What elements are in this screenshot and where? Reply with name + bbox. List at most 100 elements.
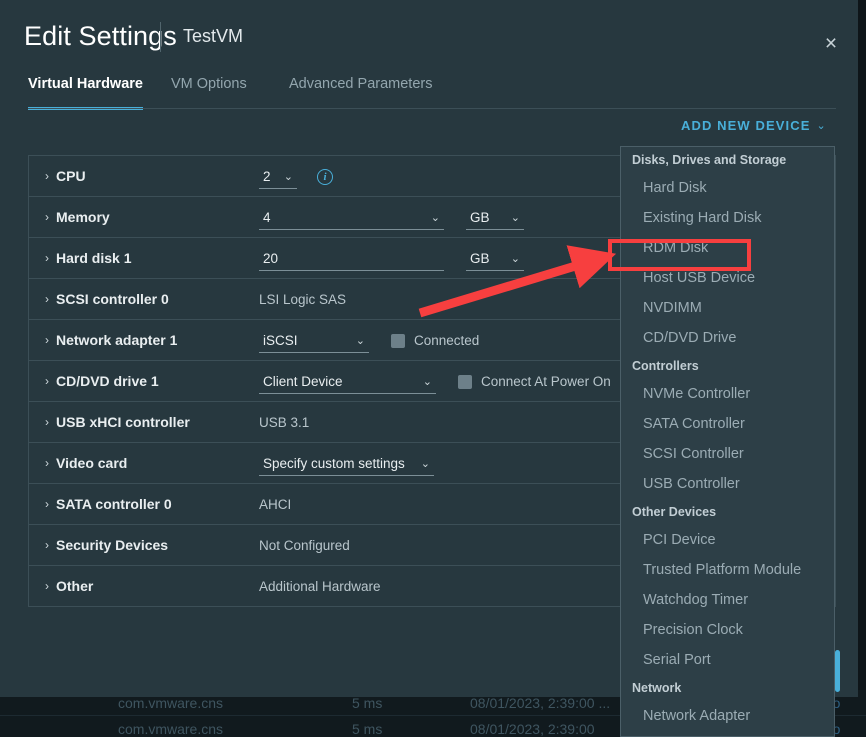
hardware-row-value: Not Configured [259, 538, 350, 553]
close-icon[interactable]: × [812, 24, 850, 62]
screen: com.vmware.cns 5 ms 08/01/2023, 2:39:00 … [0, 0, 866, 737]
checkbox[interactable] [458, 374, 472, 389]
hardware-row-value-area: 4 ⌄ GB ⌄ [259, 197, 524, 238]
menu-item-scsi-controller[interactable]: SCSI Controller [621, 439, 834, 469]
hardware-row-value-area: 20 GB ⌄ [259, 238, 524, 279]
menu-item-cd-dvd-drive[interactable]: CD/DVD Drive [621, 323, 834, 353]
add-new-device-label: ADD NEW DEVICE [681, 118, 811, 133]
field-value: iSCSI [263, 332, 298, 348]
hardware-row-value: AHCI [259, 497, 292, 512]
menu-item-pci-device[interactable]: PCI Device [621, 525, 834, 555]
info-icon[interactable]: i [317, 168, 333, 185]
checkbox-group: Connect At Power On [458, 374, 611, 389]
hardware-row-label: Security Devices [56, 537, 169, 553]
tab-virtual-hardware[interactable]: Virtual Hardware [28, 76, 143, 110]
chevron-right-icon: › [45, 292, 49, 306]
chevron-right-icon: › [45, 579, 49, 593]
checkbox-label: Connected [414, 333, 480, 348]
chevron-right-icon: › [45, 333, 49, 347]
checkbox[interactable] [391, 333, 405, 348]
hardware-row-toggle[interactable]: › SCSI controller 0 [45, 291, 169, 307]
hardware-row-toggle[interactable]: › USB xHCI controller [45, 414, 190, 430]
hardware-row-toggle[interactable]: › Video card [45, 455, 127, 471]
chevron-down-icon: ⌄ [283, 170, 293, 183]
field-value: Specify custom settings [263, 455, 405, 471]
hardware-row-toggle[interactable]: › Hard disk 1 [45, 250, 131, 266]
hardware-row-value-area: AHCI [259, 484, 291, 525]
bg-cell-timestamp: 08/01/2023, 2:39:00 [470, 721, 595, 737]
menu-item-sata-controller[interactable]: SATA Controller [621, 409, 834, 439]
menu-scrollbar[interactable] [835, 650, 840, 692]
title-divider [160, 22, 161, 52]
tab-bar-divider [28, 108, 836, 109]
menu-item-serial-port[interactable]: Serial Port [621, 645, 834, 675]
hardware-row-label: SATA controller 0 [56, 496, 172, 512]
hardware-row-label: Memory [56, 209, 110, 225]
hardware-row-value-area: LSI Logic SAS [259, 279, 346, 320]
field-value: 20 [263, 250, 279, 266]
menu-item-trusted-platform-module[interactable]: Trusted Platform Module [621, 555, 834, 585]
chevron-down-icon: ⌄ [422, 375, 432, 388]
hardware-row-value: Additional Hardware [259, 579, 381, 594]
menu-item-precision-clock[interactable]: Precision Clock [621, 615, 834, 645]
tab-advanced-parameters[interactable]: Advanced Parameters [289, 76, 432, 110]
checkbox-label: Connect At Power On [481, 374, 611, 389]
hardware-row-input[interactable]: 4 ⌄ [259, 205, 444, 230]
chevron-down-icon: ⌄ [816, 120, 827, 132]
hardware-row-toggle[interactable]: › Network adapter 1 [45, 332, 177, 348]
menu-item-watchdog-timer[interactable]: Watchdog Timer [621, 585, 834, 615]
hardware-row-toggle[interactable]: › Memory [45, 209, 110, 225]
hardware-row-label: USB xHCI controller [56, 414, 190, 430]
hardware-row-toggle[interactable]: › CD/DVD drive 1 [45, 373, 159, 389]
hardware-row-select[interactable]: iSCSI ⌄ [259, 328, 369, 353]
chevron-right-icon: › [45, 415, 49, 429]
add-new-device-button[interactable]: ADD NEW DEVICE ⌄ [681, 118, 827, 133]
hardware-row-input[interactable]: 20 [259, 246, 444, 271]
hardware-row-label: SCSI controller 0 [56, 291, 169, 307]
menu-item-nvme-controller[interactable]: NVMe Controller [621, 379, 834, 409]
hardware-row-label: Network adapter 1 [56, 332, 178, 348]
vm-name-label: TestVM [183, 26, 244, 46]
hardware-row-label: Hard disk 1 [56, 250, 132, 266]
tab-vm-options[interactable]: VM Options [171, 76, 247, 110]
tab-bar: Virtual Hardware VM Options Advanced Param… [0, 76, 858, 110]
hardware-row-value-area: 2 ⌄ i [259, 156, 333, 197]
hardware-row-value: LSI Logic SAS [259, 292, 347, 307]
bg-cell-name: com.vmware.cns [118, 721, 224, 737]
hardware-row-label: Video card [56, 455, 128, 471]
unit-select[interactable]: GB ⌄ [466, 205, 524, 230]
hardware-row-select[interactable]: Client Device ⌄ [259, 369, 436, 394]
hardware-row-toggle[interactable]: › Security Devices [45, 537, 168, 553]
menu-item-rdm-disk[interactable]: RDM Disk [621, 233, 834, 263]
hardware-row-label: CD/DVD drive 1 [56, 373, 159, 389]
menu-item-usb-controller[interactable]: USB Controller [621, 469, 834, 499]
unit-value: GB [470, 250, 490, 266]
hardware-row-toggle[interactable]: › SATA controller 0 [45, 496, 172, 512]
hardware-row-label: Other [56, 578, 94, 594]
hardware-row-select[interactable]: Specify custom settings ⌄ [259, 451, 434, 476]
menu-item-host-usb-device[interactable]: Host USB Device [621, 263, 834, 293]
menu-item-network-adapter[interactable]: Network Adapter [621, 701, 834, 731]
chevron-down-icon: ⌄ [420, 457, 430, 470]
chevron-right-icon: › [45, 456, 49, 470]
field-value: 4 [263, 209, 271, 225]
hardware-row-value-area: Additional Hardware [259, 566, 381, 607]
hardware-row-value: USB 3.1 [259, 415, 310, 430]
field-value: 2 [263, 168, 271, 184]
menu-item-existing-hard-disk[interactable]: Existing Hard Disk [621, 203, 834, 233]
unit-select[interactable]: GB ⌄ [466, 246, 524, 271]
hardware-row-toggle[interactable]: › CPU [45, 168, 86, 184]
unit-value: GB [470, 209, 490, 225]
chevron-right-icon: › [45, 497, 49, 511]
menu-item-hard-disk[interactable]: Hard Disk [621, 173, 834, 203]
page-title: Edit Settings [24, 21, 177, 51]
chevron-down-icon: ⌄ [430, 211, 440, 224]
menu-item-nvdimm[interactable]: NVDIMM [621, 293, 834, 323]
dialog-title-bar: Edit Settings TestVM × [0, 0, 858, 68]
checkbox-group: Connected [391, 333, 479, 348]
bg-cell-latency: 5 ms [352, 721, 383, 737]
hardware-row-toggle[interactable]: › Other [45, 578, 93, 594]
chevron-down-icon: ⌄ [510, 252, 520, 265]
field-value: Client Device [263, 373, 343, 389]
hardware-row-select[interactable]: 2 ⌄ [259, 164, 297, 189]
